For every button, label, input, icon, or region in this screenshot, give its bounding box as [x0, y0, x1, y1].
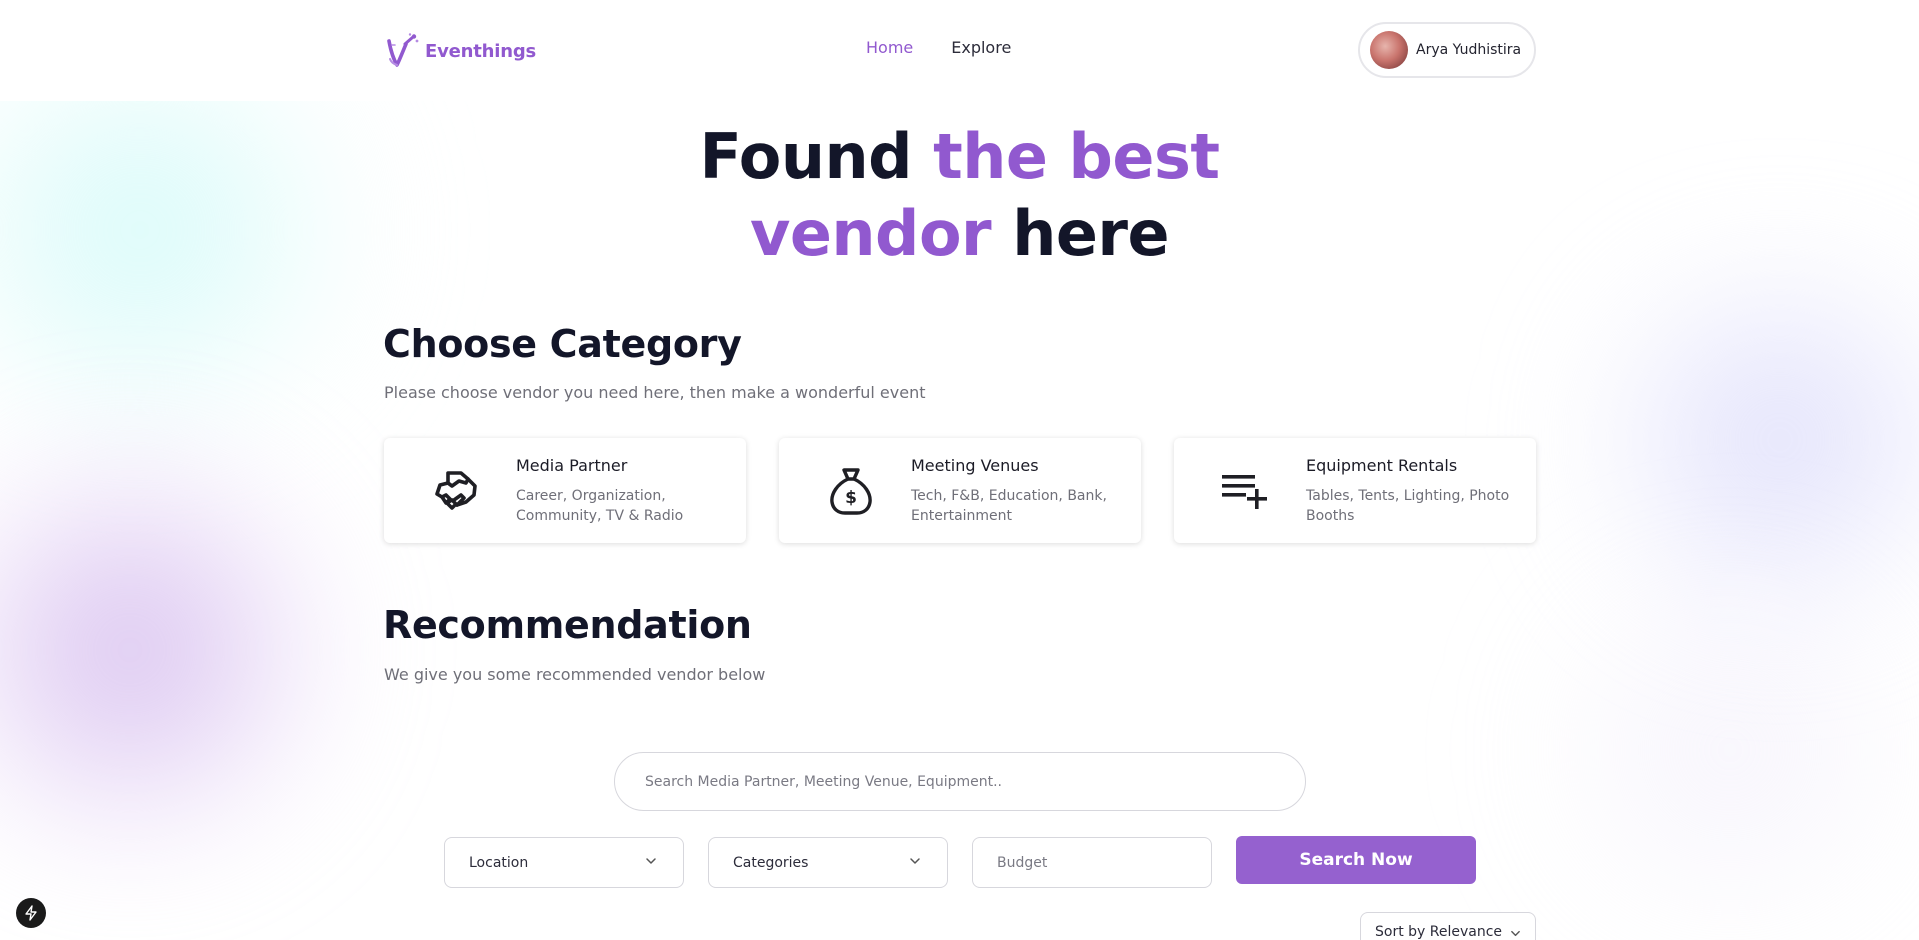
category-section-subtitle: Please choose vendor you need here, then… [384, 383, 926, 402]
card-title: Media Partner [516, 456, 628, 475]
category-section-title: Choose Category [383, 322, 742, 366]
svg-text:$: $ [845, 488, 857, 508]
gradient-blob-violet [0, 440, 340, 860]
category-cards: Media Partner Career, Organization, Comm… [384, 438, 1536, 543]
recommendation-subtitle: We give you some recommended vendor belo… [384, 665, 766, 684]
category-card-meeting-venues[interactable]: $ Meeting Venues Tech, F&B, Education, B… [779, 438, 1141, 543]
location-select-label: Location [469, 854, 529, 871]
location-select[interactable]: Location [444, 837, 684, 888]
main-nav: Home Explore [866, 38, 1011, 57]
sort-select-label: Sort by Relevance [1375, 924, 1503, 940]
chevron-down-icon [646, 858, 656, 864]
brand-name: Eventhings [425, 40, 537, 62]
card-description: Tables, Tents, Lighting, Photo Booths [1306, 488, 1510, 524]
categories-select-label: Categories [733, 854, 809, 871]
vendor-search-bar [614, 752, 1306, 811]
gradient-blob-soft [1500, 560, 1919, 940]
hero-text-the-best: the best [933, 120, 1220, 193]
search-input[interactable] [645, 773, 1265, 790]
recommendation-title: Recommendation [383, 603, 752, 647]
sort-select[interactable]: Sort by Relevance [1360, 912, 1536, 940]
category-card-equipment-rentals[interactable]: Equipment Rentals Tables, Tents, Lightin… [1174, 438, 1536, 543]
user-menu-button[interactable]: Arya Yudhistira [1358, 22, 1536, 78]
avatar [1370, 31, 1408, 69]
categories-select[interactable]: Categories [708, 837, 948, 888]
category-card-media-partner[interactable]: Media Partner Career, Organization, Comm… [384, 438, 746, 543]
hero-text-found: Found [699, 120, 913, 193]
logo-icon [387, 33, 419, 67]
money-bag-icon: $ [830, 468, 872, 515]
top-header: Eventhings Home Explore Arya Yudhistira [0, 0, 1919, 101]
budget-field [972, 837, 1212, 888]
search-now-button[interactable]: Search Now [1236, 836, 1476, 884]
nav-item-home[interactable]: Home [866, 38, 913, 57]
brand-logo[interactable]: Eventhings [383, 32, 536, 70]
hero-text-vendor: vendor [749, 197, 992, 270]
chevron-down-icon [910, 858, 920, 864]
playlist-add-icon [1222, 475, 1267, 509]
card-title: Equipment Rentals [1306, 456, 1458, 475]
hero-text-here: here [1012, 197, 1170, 270]
gradient-blob-blue [1570, 260, 1919, 620]
lightning-fab-button[interactable] [16, 898, 46, 928]
user-name: Arya Yudhistira [1416, 42, 1522, 58]
hero-headline: Found the best vendor here [0, 118, 1919, 272]
card-title: Meeting Venues [911, 456, 1039, 475]
chevron-down-icon [1511, 930, 1520, 937]
budget-input[interactable] [997, 854, 1187, 871]
nav-item-explore[interactable]: Explore [951, 38, 1011, 57]
card-description: Tech, F&B, Education, Bank, Entertainmen… [911, 488, 1107, 524]
handshake-icon [435, 471, 477, 510]
card-description: Career, Organization, Community, TV & Ra… [516, 488, 684, 524]
lightning-icon [25, 905, 37, 921]
